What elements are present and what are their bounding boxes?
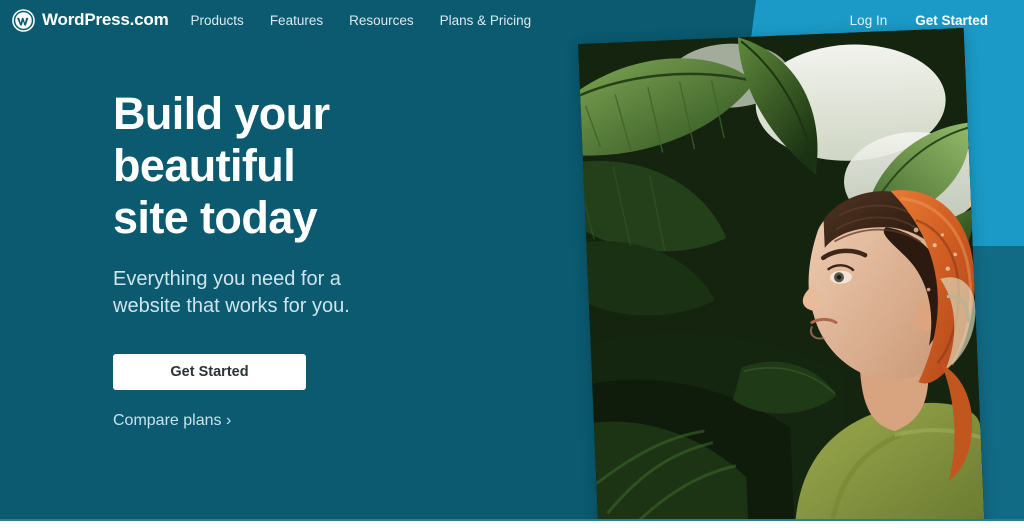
hero-headline: Build your beautiful site today xyxy=(113,88,330,243)
nav-actions: Log In Get Started xyxy=(850,13,1008,28)
nav-item-resources[interactable]: Resources xyxy=(349,13,414,28)
brand-logo[interactable]: WordPress.com xyxy=(12,8,169,32)
nav-item-products[interactable]: Products xyxy=(191,13,244,28)
wordpress-logo-icon xyxy=(12,8,35,32)
hero-image xyxy=(578,27,985,528)
login-link[interactable]: Log In xyxy=(850,13,888,28)
hero-section: Build your beautiful site today Everythi… xyxy=(113,88,533,430)
main-navigation: WordPress.com Products Features Resource… xyxy=(0,0,1024,40)
hero-image-content xyxy=(578,27,985,528)
page-bottom-edge xyxy=(0,521,1024,528)
hero-get-started-button[interactable]: Get Started xyxy=(113,354,306,390)
hero-subheadline: Everything you need for a website that w… xyxy=(113,268,350,317)
compare-plans-link[interactable]: Compare plans › xyxy=(113,412,231,430)
nav-item-features[interactable]: Features xyxy=(270,13,323,28)
nav-links: Products Features Resources Plans & Pric… xyxy=(191,13,532,28)
brand-name: WordPress.com xyxy=(42,10,169,29)
page-root: WordPress.com Products Features Resource… xyxy=(0,0,1024,528)
hero-photo-illustration xyxy=(578,27,985,528)
nav-item-plans-pricing[interactable]: Plans & Pricing xyxy=(440,13,532,28)
nav-get-started-link[interactable]: Get Started xyxy=(915,13,988,28)
